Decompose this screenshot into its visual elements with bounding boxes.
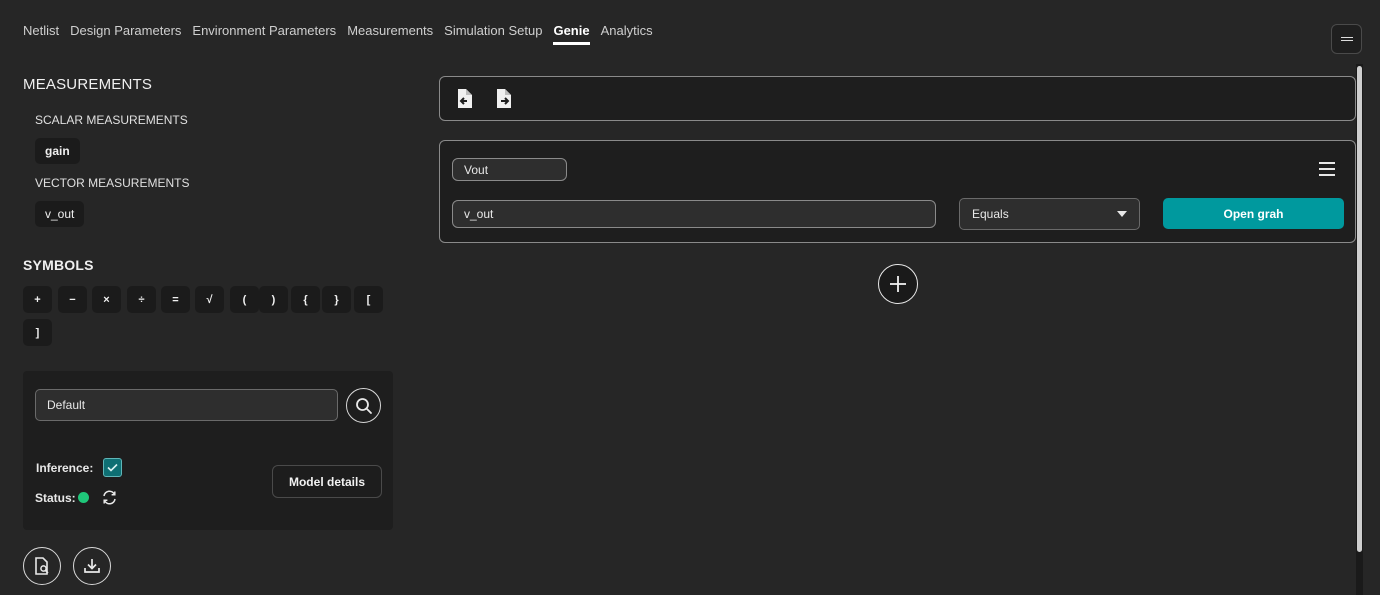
status-indicator <box>78 492 89 503</box>
tab-measurements[interactable]: Measurements <box>347 23 433 45</box>
measurements-title: MEASUREMENTS <box>23 76 153 93</box>
vector-measurements-title: VECTOR MEASUREMENTS <box>35 176 190 190</box>
tab-genie[interactable]: Genie <box>553 23 590 45</box>
status-label: Status: <box>35 491 76 505</box>
symbol-open-paren[interactable]: ( <box>230 286 259 313</box>
tab-netlist[interactable]: Netlist <box>23 23 59 45</box>
expression-input[interactable]: v_out <box>452 200 936 228</box>
symbols-title: SYMBOLS <box>23 257 94 273</box>
symbol-open-bracket[interactable]: [ <box>354 286 383 313</box>
chevron-down-icon <box>1117 211 1127 217</box>
add-measurement-button[interactable] <box>878 264 918 304</box>
symbol-multiply[interactable]: × <box>92 286 121 313</box>
scalar-measurement-gain[interactable]: gain <box>35 138 80 164</box>
refresh-icon <box>103 490 116 505</box>
search-icon <box>355 397 372 414</box>
card-menu-button[interactable] <box>1319 162 1335 176</box>
refresh-button[interactable] <box>101 489 118 509</box>
symbol-close-paren[interactable]: ) <box>259 286 288 313</box>
model-select-input[interactable]: Default <box>35 389 338 421</box>
download-icon <box>84 559 100 573</box>
inference-label: Inference: <box>36 461 94 475</box>
tab-simulation-setup[interactable]: Simulation Setup <box>444 23 542 45</box>
equals-icon <box>1340 35 1353 43</box>
search-button[interactable] <box>346 388 381 423</box>
symbol-sqrt[interactable]: √ <box>195 286 224 313</box>
file-import-icon <box>458 89 472 108</box>
download-button[interactable] <box>73 547 111 585</box>
tab-design-parameters[interactable]: Design Parameters <box>70 23 181 45</box>
plus-icon <box>890 276 906 292</box>
measurement-name-input[interactable]: Vout <box>452 158 567 181</box>
file-search-icon <box>35 557 49 575</box>
symbol-divide[interactable]: ÷ <box>127 286 156 313</box>
file-search-button[interactable] <box>23 547 61 585</box>
toolbar-card <box>439 76 1356 121</box>
collapse-button[interactable] <box>1331 24 1362 54</box>
scrollbar-thumb[interactable] <box>1357 66 1362 552</box>
symbol-equals[interactable]: = <box>161 286 190 313</box>
symbol-close-bracket[interactable]: ] <box>23 319 52 346</box>
symbol-minus[interactable]: − <box>58 286 87 313</box>
tab-analytics[interactable]: Analytics <box>601 23 653 45</box>
export-button[interactable] <box>495 88 514 112</box>
import-button[interactable] <box>455 88 474 112</box>
symbol-open-brace[interactable]: { <box>291 286 320 313</box>
tab-bar: Netlist Design Parameters Environment Pa… <box>23 23 664 45</box>
model-details-button[interactable]: Model details <box>272 465 382 498</box>
hamburger-icon <box>1319 162 1335 176</box>
operator-select[interactable]: Equals <box>959 198 1140 230</box>
vector-measurement-v-out[interactable]: v_out <box>35 201 85 227</box>
symbol-plus[interactable]: + <box>23 286 52 313</box>
tab-environment-parameters[interactable]: Environment Parameters <box>192 23 336 45</box>
scalar-measurements-title: SCALAR MEASUREMENTS <box>35 113 188 127</box>
check-icon <box>107 463 118 472</box>
symbol-close-brace[interactable]: } <box>322 286 351 313</box>
inference-checkbox[interactable] <box>103 458 122 477</box>
operator-select-value: Equals <box>972 207 1009 221</box>
open-graph-button[interactable]: Open grah <box>1163 198 1344 229</box>
file-export-icon <box>497 89 511 108</box>
